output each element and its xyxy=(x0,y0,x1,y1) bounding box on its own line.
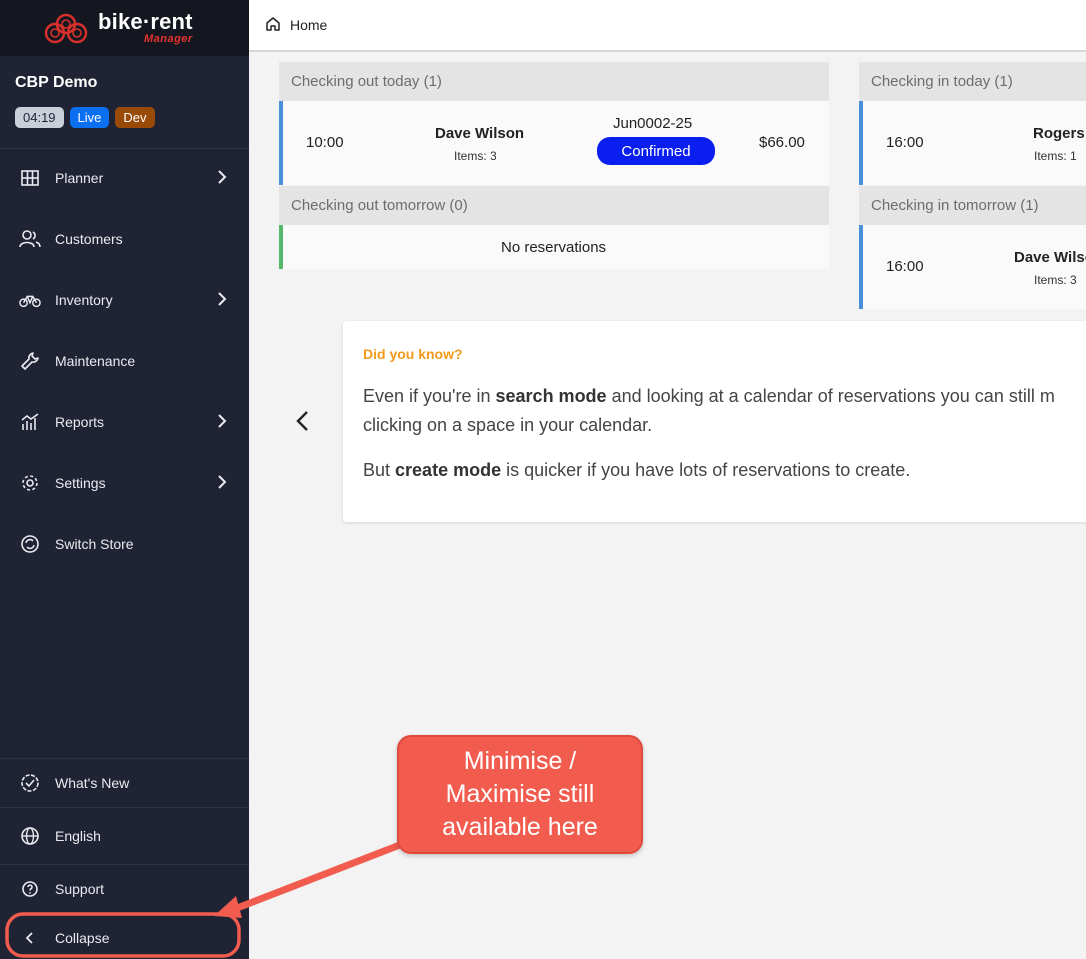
callout-line: Minimise / xyxy=(463,747,577,775)
callout-line: Maximise still xyxy=(445,780,595,808)
highlight-ring xyxy=(5,912,241,958)
callout-box: Minimise / Maximise still available here xyxy=(397,735,643,854)
callout-arrowhead xyxy=(214,896,242,918)
callout-arrow xyxy=(228,839,409,914)
callout-line: available here xyxy=(442,813,598,841)
